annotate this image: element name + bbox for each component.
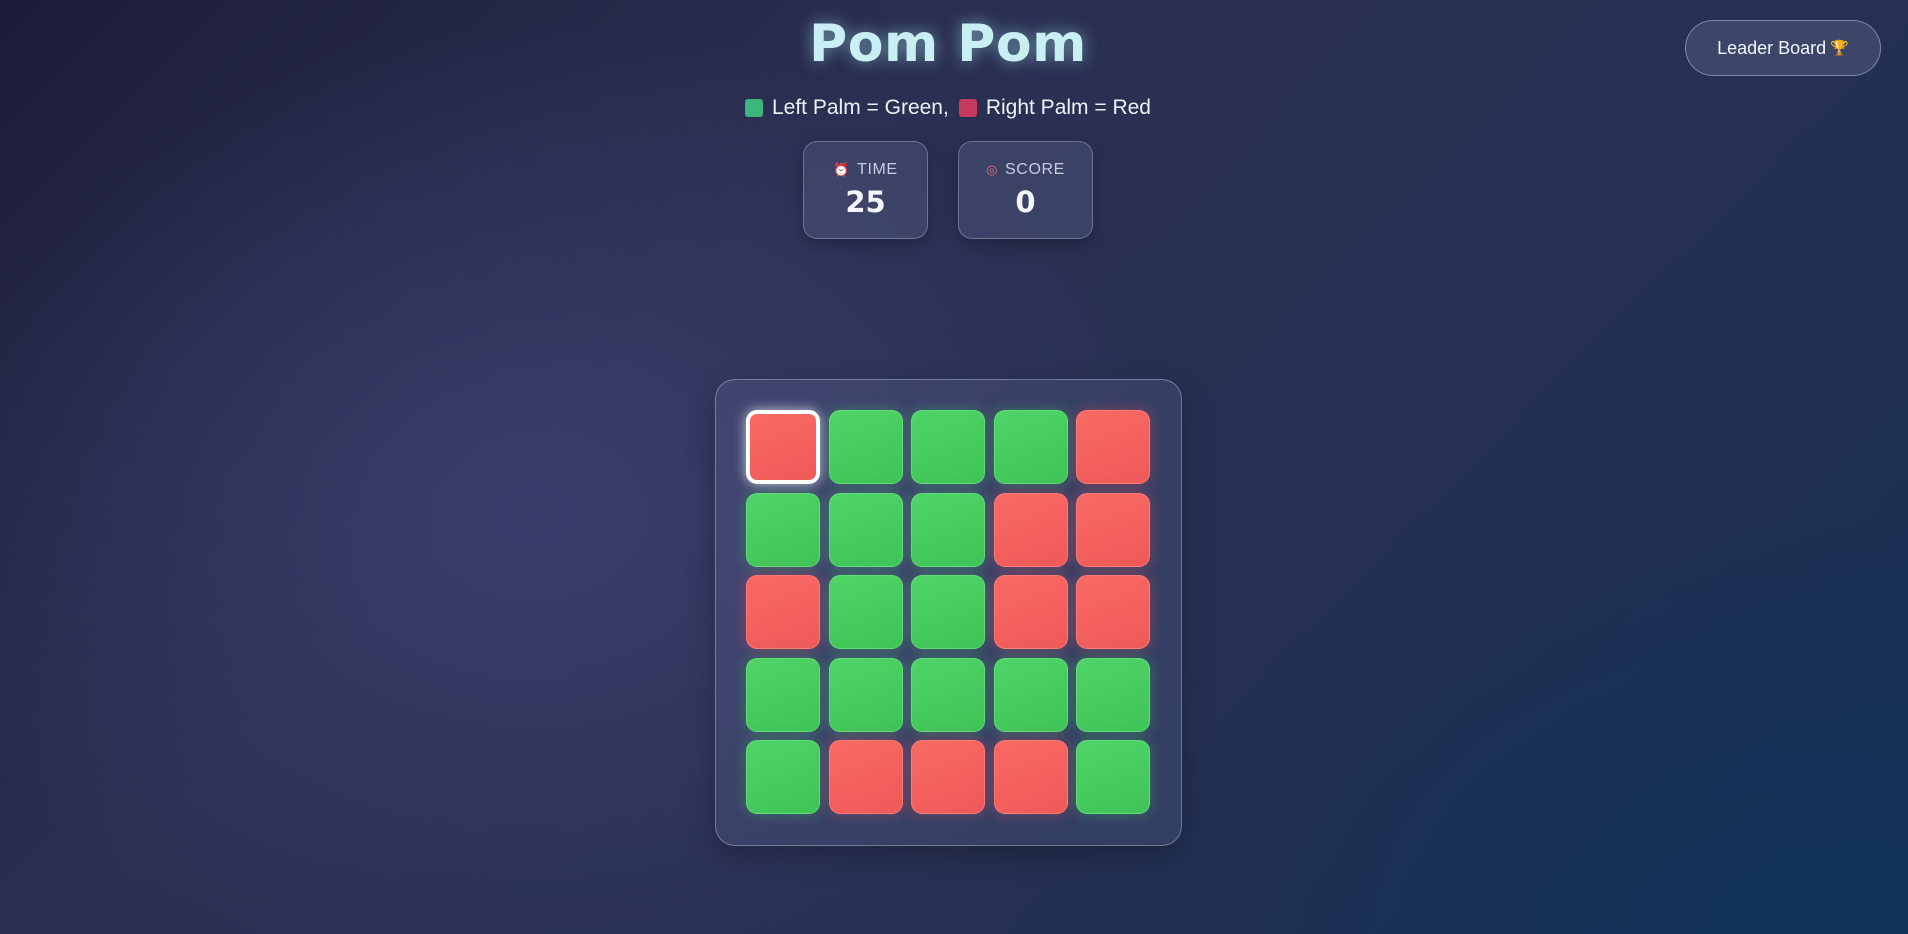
tile-green[interactable] [828, 657, 903, 732]
palm-legend: Left Palm = Green, Right Palm = Red [0, 96, 1896, 120]
leaderboard-button[interactable]: Leader Board 🏆 [1685, 20, 1881, 76]
tile-red[interactable] [993, 492, 1068, 567]
tile-green[interactable] [911, 410, 985, 484]
tile-red[interactable] [1076, 575, 1150, 649]
alarm-clock-icon: ⏰ [833, 162, 851, 177]
tile-red[interactable] [911, 740, 985, 814]
tile-red[interactable] [993, 740, 1068, 814]
tile-green[interactable] [911, 657, 985, 732]
tile-green[interactable] [993, 657, 1068, 732]
tile-green[interactable] [746, 740, 820, 814]
tile-green[interactable] [993, 410, 1068, 484]
score-card: ◎ SCORE 0 [958, 141, 1093, 239]
time-value: 25 [845, 185, 886, 219]
game-title: Pom Pom [809, 14, 1087, 74]
tile-green[interactable] [828, 410, 903, 484]
time-label: TIME [857, 161, 898, 178]
tile-red[interactable] [1076, 492, 1150, 567]
score-value: 0 [1015, 185, 1036, 219]
green-swatch-icon [744, 99, 763, 117]
game-board [715, 379, 1182, 846]
tile-green[interactable] [1076, 657, 1150, 732]
tile-green[interactable] [911, 492, 985, 567]
legend-left-label: Left Palm = Green, [771, 96, 949, 119]
legend-right-label: Right Palm = Red [985, 96, 1151, 119]
leaderboard-label: Leader Board [1717, 37, 1827, 58]
tile-red[interactable] [1076, 410, 1150, 484]
red-swatch-icon [958, 99, 977, 117]
tile-red[interactable] [993, 575, 1068, 649]
tile-red[interactable] [746, 410, 820, 484]
target-icon: ◎ [986, 162, 999, 177]
legend-left-palm: Left Palm = Green, [744, 96, 949, 120]
tile-green[interactable] [746, 657, 820, 732]
trophy-icon: 🏆 [1830, 40, 1849, 57]
tile-green[interactable] [828, 492, 903, 567]
tile-green[interactable] [911, 575, 985, 649]
time-card: ⏰ TIME 25 [803, 141, 928, 239]
score-label: SCORE [1005, 161, 1065, 178]
tile-red[interactable] [828, 740, 903, 814]
tile-red[interactable] [746, 575, 820, 649]
tile-green[interactable] [828, 575, 903, 649]
tile-green[interactable] [746, 492, 820, 567]
tile-green[interactable] [1076, 740, 1150, 814]
legend-right-palm: Right Palm = Red [958, 96, 1151, 120]
